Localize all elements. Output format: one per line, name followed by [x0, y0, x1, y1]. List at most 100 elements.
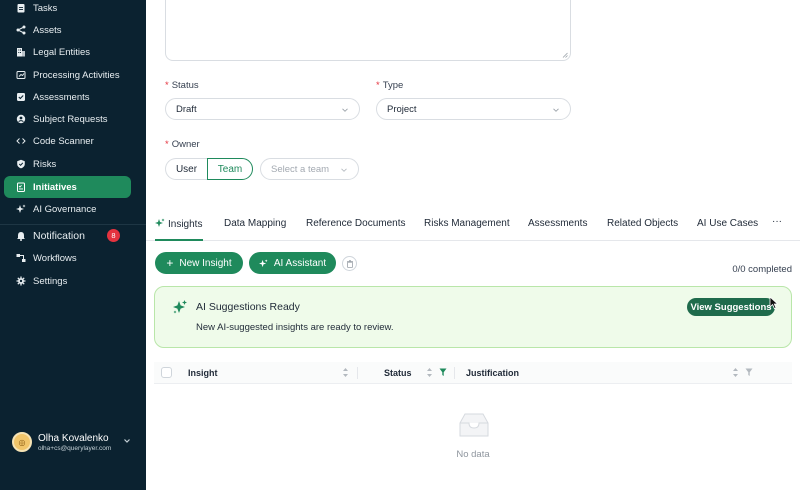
- new-insight-label: New Insight: [179, 257, 232, 269]
- sidebar-item-settings[interactable]: Settings: [4, 270, 131, 292]
- chevron-down-icon: [124, 439, 130, 443]
- bell-icon: [16, 231, 26, 241]
- sparkle-icon: [16, 204, 26, 214]
- notification-badge: 8: [107, 229, 120, 242]
- type-label: * Type: [376, 80, 403, 91]
- user-menu[interactable]: ◎ Olha Kovalenko olha+cs@querylayer.com: [12, 428, 136, 456]
- sidebar-item-label: Tasks: [33, 2, 58, 14]
- shield-icon: [16, 159, 26, 169]
- filter-icon[interactable]: [745, 368, 753, 377]
- tab-more[interactable]: ···: [772, 216, 782, 227]
- required-marker: *: [165, 139, 169, 150]
- delete-button[interactable]: [342, 256, 357, 271]
- owner-label-text: Owner: [171, 139, 200, 150]
- user-info: Olha Kovalenko olha+cs@querylayer.com: [38, 433, 111, 452]
- sparkle-icon: [258, 258, 268, 267]
- trash-icon: [346, 259, 353, 268]
- sidebar-item-workflows[interactable]: Workflows: [4, 247, 131, 269]
- filter-icon[interactable]: [439, 368, 447, 377]
- column-status[interactable]: Status: [384, 368, 412, 378]
- sidebar-item-label: Notification: [33, 230, 85, 242]
- banner-text: New AI-suggested insights are ready to r…: [196, 322, 394, 333]
- ai-assistant-label: AI Assistant: [273, 257, 327, 269]
- required-marker: *: [165, 80, 169, 91]
- sidebar-item-tasks[interactable]: Tasks: [4, 0, 131, 19]
- sort-icon[interactable]: [342, 367, 349, 378]
- required-marker: *: [376, 80, 380, 91]
- sort-icon[interactable]: [426, 367, 433, 378]
- tab-risks-management[interactable]: Risks Management: [424, 218, 510, 229]
- select-all-checkbox[interactable]: [161, 367, 172, 378]
- sidebar-item-ai-governance[interactable]: AI Governance: [4, 198, 131, 220]
- sidebar-item-label: Assessments: [33, 91, 90, 103]
- sidebar: Tasks Assets Legal Entities Processing A…: [0, 0, 146, 490]
- ai-assistant-button[interactable]: AI Assistant: [249, 252, 336, 274]
- code-icon: [16, 136, 26, 146]
- sidebar-item-subject-requests[interactable]: Subject Requests: [4, 108, 131, 130]
- sidebar-item-assets[interactable]: Assets: [4, 19, 131, 41]
- tab-label: Insights: [168, 219, 203, 230]
- description-textarea[interactable]: [165, 0, 571, 61]
- ai-suggestions-banner: AI Suggestions Ready New AI-suggested in…: [154, 286, 792, 348]
- status-label: * Status: [165, 80, 199, 91]
- view-suggestions-button[interactable]: View Suggestions: [687, 298, 775, 316]
- owner-toggle: User Team: [165, 158, 253, 180]
- main-content: * Status Draft * Type Project * Owner User …: [146, 0, 800, 490]
- status-select[interactable]: Draft: [165, 98, 360, 120]
- sidebar-item-assessments[interactable]: Assessments: [4, 86, 131, 108]
- tab-data-mapping[interactable]: Data Mapping: [224, 218, 286, 229]
- chevron-down-icon: [342, 108, 348, 112]
- sidebar-item-label: Assets: [33, 24, 62, 36]
- sidebar-item-legal-entities[interactable]: Legal Entities: [4, 41, 131, 63]
- tab-ai-use-cases[interactable]: AI Use Cases: [697, 218, 758, 229]
- avatar: ◎: [12, 432, 32, 452]
- tab-assessments[interactable]: Assessments: [528, 218, 587, 229]
- completion-count: 0/0 completed: [732, 264, 792, 275]
- column-insight[interactable]: Insight: [188, 368, 218, 378]
- sidebar-item-risks[interactable]: Risks: [4, 153, 131, 175]
- user-circle-icon: [16, 114, 26, 124]
- table-header: Insight Status Justification: [154, 362, 792, 384]
- type-select[interactable]: Project: [376, 98, 571, 120]
- workflow-icon: [16, 253, 26, 263]
- sidebar-item-initiatives[interactable]: Initiatives: [4, 176, 131, 198]
- user-name: Olha Kovalenko: [38, 432, 109, 444]
- sidebar-item-label: Code Scanner: [33, 135, 94, 147]
- owner-team-option[interactable]: Team: [207, 158, 253, 180]
- column-divider: [357, 367, 358, 379]
- type-label-text: Type: [382, 80, 404, 91]
- sidebar-item-label: Processing Activities: [33, 69, 120, 81]
- tab-insights[interactable]: Insights: [155, 218, 202, 230]
- banner-title: AI Suggestions Ready: [196, 301, 300, 313]
- new-insight-button[interactable]: + New Insight: [155, 252, 243, 274]
- owner-label: * Owner: [165, 139, 200, 150]
- sparkle-icon: [173, 300, 187, 314]
- share-icon: [16, 25, 26, 35]
- column-justification[interactable]: Justification: [466, 368, 519, 378]
- tab-reference-documents[interactable]: Reference Documents: [306, 218, 406, 229]
- resize-grip-icon[interactable]: [562, 52, 568, 58]
- sidebar-item-label: Subject Requests: [33, 113, 108, 125]
- chevron-down-icon: [553, 108, 559, 112]
- gear-icon: [16, 276, 26, 286]
- sidebar-item-code-scanner[interactable]: Code Scanner: [4, 130, 131, 152]
- process-icon: [16, 70, 26, 80]
- owner-user-option[interactable]: User: [165, 158, 207, 180]
- sidebar-item-label: AI Governance: [33, 203, 97, 215]
- team-placeholder: Select a team: [271, 163, 330, 175]
- active-tab-indicator: [155, 239, 203, 241]
- sidebar-item-label: Initiatives: [33, 181, 77, 193]
- empty-inbox-icon: [459, 413, 489, 437]
- column-divider: [454, 367, 455, 379]
- building-icon: [16, 47, 26, 57]
- chevron-down-icon: [341, 168, 347, 172]
- sidebar-item-label: Workflows: [33, 252, 77, 264]
- clipboard-icon: [16, 3, 26, 13]
- sparkle-icon: [155, 218, 165, 227]
- type-value: Project: [387, 103, 417, 115]
- sidebar-item-label: Legal Entities: [33, 46, 91, 58]
- sidebar-item-processing-activities[interactable]: Processing Activities: [4, 64, 131, 86]
- team-select[interactable]: Select a team: [260, 158, 359, 180]
- sort-icon[interactable]: [732, 367, 739, 378]
- tab-related-objects[interactable]: Related Objects: [607, 218, 678, 229]
